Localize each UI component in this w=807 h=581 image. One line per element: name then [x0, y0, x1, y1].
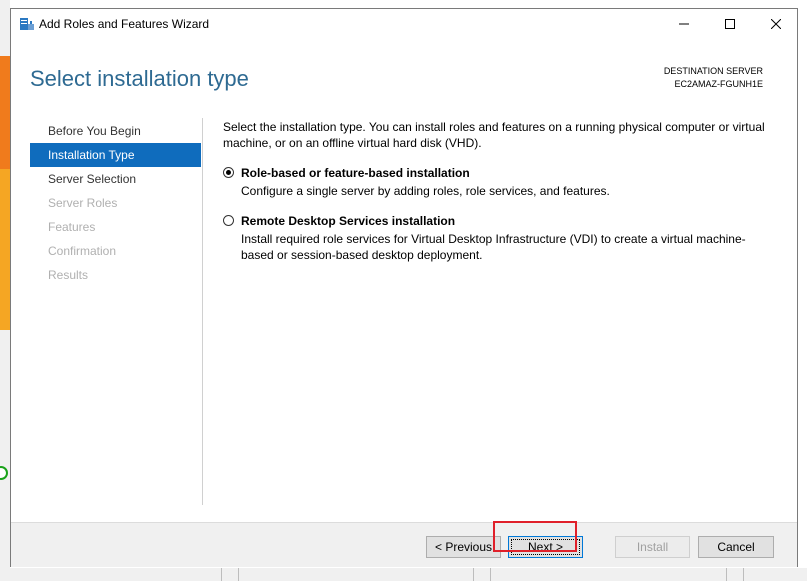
option-title: Remote Desktop Services installation — [241, 214, 456, 228]
nav-item-features: Features — [48, 220, 96, 234]
option-description: Configure a single server by adding role… — [241, 184, 610, 198]
maximize-icon — [725, 18, 735, 32]
nav-item-confirmation: Confirmation — [48, 244, 117, 258]
intro-text: Select the installation type. You can in… — [223, 120, 765, 150]
nav-item-server-selection[interactable]: Server Selection — [30, 167, 201, 191]
background-bottom-strip — [10, 568, 807, 581]
radio-role-based[interactable] — [223, 167, 234, 178]
nav-item-before-you-begin[interactable]: Before You Begin — [30, 119, 201, 143]
cancel-button[interactable]: Cancel — [698, 536, 774, 558]
option-title: Role-based or feature-based installation — [241, 166, 470, 180]
close-button[interactable] — [753, 9, 799, 41]
title-bar[interactable]: Add Roles and Features Wizard — [11, 9, 797, 41]
destination-server-label: DESTINATION SERVER — [663, 66, 763, 76]
button-bar: < Previous Next > Install Cancel — [11, 523, 797, 567]
page-title: Select installation type — [30, 66, 249, 91]
nav-divider — [202, 118, 203, 505]
install-button: Install — [615, 536, 690, 558]
background-window-edge-right — [798, 0, 807, 581]
next-button[interactable]: Next > — [508, 536, 583, 558]
background-divider — [490, 568, 491, 581]
maximize-button[interactable] — [707, 9, 753, 41]
background-divider — [238, 568, 239, 581]
background-divider — [473, 568, 474, 581]
destination-server-name: EC2AMAZ-FGUNH1E — [674, 79, 763, 89]
background-divider — [743, 568, 744, 581]
close-icon — [770, 18, 782, 32]
nav-item-installation-type[interactable]: Installation Type — [30, 143, 201, 167]
server-manager-icon — [19, 16, 35, 32]
minimize-icon — [679, 18, 689, 32]
option-remote-desktop[interactable]: Remote Desktop Services installation Ins… — [223, 213, 778, 263]
minimize-button[interactable] — [661, 9, 707, 41]
background-divider — [726, 568, 727, 581]
nav-item-server-roles: Server Roles — [48, 196, 118, 210]
nav-item-results: Results — [48, 268, 89, 282]
wizard-nav: Before You Begin Installation Type Serve… — [30, 119, 201, 287]
radio-remote-desktop[interactable] — [223, 215, 234, 226]
wizard-window: Add Roles and Features Wizard Select ins… — [10, 8, 798, 567]
background-orange-tile-light — [0, 169, 10, 330]
window-title: Add Roles and Features Wizard — [39, 17, 210, 31]
content-panel: Select the installation type. You can in… — [223, 119, 778, 263]
option-description: Install required role services for Virtu… — [241, 232, 746, 262]
background-divider — [221, 568, 222, 581]
option-role-based[interactable]: Role-based or feature-based installation… — [223, 165, 778, 199]
background-orange-tile — [0, 56, 10, 169]
previous-button[interactable]: < Previous — [426, 536, 501, 558]
